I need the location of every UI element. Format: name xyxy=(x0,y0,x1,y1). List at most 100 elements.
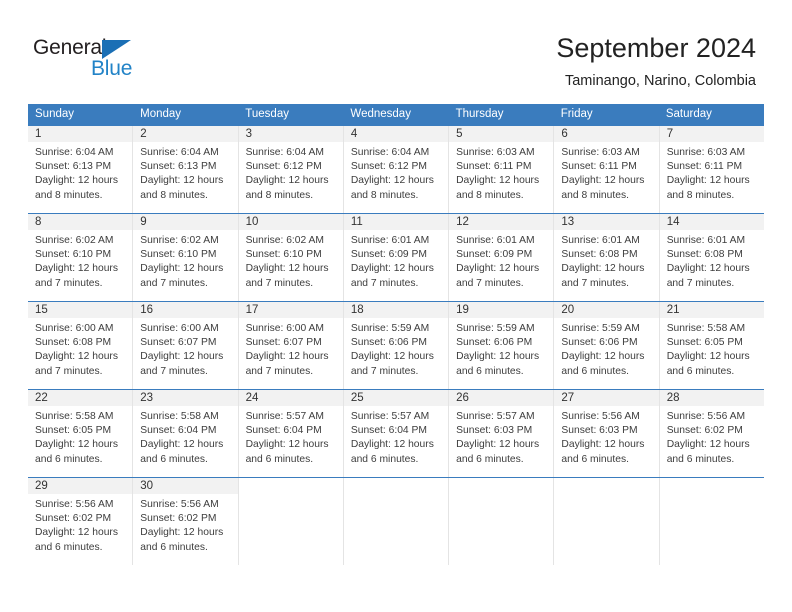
weekday-header-saturday: Saturday xyxy=(665,108,712,120)
daylight-text: Daylight: 12 hours and 6 minutes. xyxy=(666,439,750,465)
day-sun-info: Sunrise: 5:58 AM Sunset: 6:04 PM Daylight:… xyxy=(133,406,237,467)
calendar-day-cell[interactable]: 28 Sunrise: 5:56 AM Sunset: 6:02 PM Dayligh… xyxy=(659,390,764,477)
calendar-day-cell[interactable]: 25 Sunrise: 5:57 AM Sunset: 6:04 PM Dayligh… xyxy=(343,390,450,477)
day-number: 26 xyxy=(449,390,554,406)
weekday-header-wednesday: Wednesday xyxy=(350,108,411,120)
daylight-text: Daylight: 12 hours and 6 minutes. xyxy=(140,439,224,465)
day-sun-info: Sunrise: 6:00 AM Sunset: 6:07 PM Daylight:… xyxy=(239,318,343,379)
sunset-text: Sunset: 6:04 PM xyxy=(140,425,217,437)
sunrise-text: Sunrise: 6:01 AM xyxy=(561,235,640,246)
daylight-text: Daylight: 12 hours and 6 minutes. xyxy=(35,527,118,553)
calendar-weeks: 1 Sunrise: 6:04 AM Sunset: 6:13 PM Daylight… xyxy=(28,125,764,565)
daylight-text: Daylight: 12 hours and 7 minutes. xyxy=(561,263,645,289)
day-number: 8 xyxy=(28,214,133,230)
calendar-day-cell[interactable]: 29 Sunrise: 5:56 AM Sunset: 6:02 PM Dayligh… xyxy=(28,478,134,565)
sunset-text: Sunset: 6:10 PM xyxy=(245,249,322,261)
calendar-day-cell[interactable]: 30 Sunrise: 5:56 AM Sunset: 6:02 PM Dayligh… xyxy=(133,478,239,565)
calendar-day-cell[interactable]: 8 Sunrise: 6:02 AM Sunset: 6:10 PM Daylight… xyxy=(28,214,134,301)
calendar-day-cell[interactable]: 15 Sunrise: 6:00 AM Sunset: 6:08 PM Dayligh… xyxy=(28,302,134,389)
day-number: 27 xyxy=(554,390,659,406)
calendar-day-cell[interactable]: 24 Sunrise: 5:57 AM Sunset: 6:04 PM Dayligh… xyxy=(238,390,344,477)
day-number: 17 xyxy=(238,302,343,318)
day-number: 11 xyxy=(343,214,449,230)
day-number xyxy=(449,478,554,494)
calendar-day-cell[interactable]: 9 Sunrise: 6:02 AM Sunset: 6:10 PM Daylight… xyxy=(133,214,239,301)
day-sun-info: Sunrise: 5:56 AM Sunset: 6:02 PM Daylight:… xyxy=(28,494,132,555)
logo-text-blue: Blue xyxy=(91,57,133,80)
day-number: 29 xyxy=(28,478,133,494)
sunset-text: Sunset: 6:03 PM xyxy=(561,425,638,437)
calendar-day-cell[interactable]: 22 Sunrise: 5:58 AM Sunset: 6:05 PM Dayligh… xyxy=(28,390,134,477)
sunset-text: Sunset: 6:04 PM xyxy=(350,425,427,437)
day-number: 4 xyxy=(343,126,449,142)
daylight-text: Daylight: 12 hours and 7 minutes. xyxy=(456,263,540,289)
calendar-day-cell[interactable]: 21 Sunrise: 5:58 AM Sunset: 6:05 PM Dayligh… xyxy=(659,302,764,389)
daylight-text: Daylight: 12 hours and 7 minutes. xyxy=(140,351,224,377)
calendar-grid: Sunday Monday Tuesday Wednesday Thursday… xyxy=(28,104,764,565)
calendar-day-cell[interactable]: 27 Sunrise: 5:56 AM Sunset: 6:03 PM Dayligh… xyxy=(554,390,660,477)
page-title: September 2024 xyxy=(556,33,756,63)
sunrise-text: Sunrise: 5:58 AM xyxy=(666,323,746,334)
sunset-text: Sunset: 6:03 PM xyxy=(456,425,533,437)
weekday-header-friday: Friday xyxy=(560,108,593,120)
daylight-text: Daylight: 12 hours and 6 minutes. xyxy=(245,439,329,465)
calendar-day-cell-empty xyxy=(659,478,764,565)
day-sun-info: Sunrise: 5:58 AM Sunset: 6:05 PM Daylight:… xyxy=(660,318,764,379)
sunset-text: Sunset: 6:08 PM xyxy=(666,249,743,261)
daylight-text: Daylight: 12 hours and 8 minutes. xyxy=(666,175,750,201)
calendar-day-cell[interactable]: 2 Sunrise: 6:04 AM Sunset: 6:13 PM Daylight… xyxy=(133,126,239,213)
day-sun-info: Sunrise: 6:00 AM Sunset: 6:07 PM Daylight:… xyxy=(133,318,237,379)
daylight-text: Daylight: 12 hours and 7 minutes. xyxy=(35,263,118,289)
calendar-day-cell[interactable]: 26 Sunrise: 5:57 AM Sunset: 6:03 PM Dayligh… xyxy=(449,390,555,477)
day-number: 20 xyxy=(554,302,659,318)
calendar-day-cell[interactable]: 13 Sunrise: 6:01 AM Sunset: 6:08 PM Dayligh… xyxy=(554,214,660,301)
calendar-day-cell[interactable]: 6 Sunrise: 6:03 AM Sunset: 6:11 PM Daylight… xyxy=(554,126,660,213)
calendar-day-cell[interactable]: 18 Sunrise: 5:59 AM Sunset: 6:06 PM Dayligh… xyxy=(343,302,450,389)
sunrise-text: Sunrise: 6:02 AM xyxy=(35,235,114,246)
daylight-text: Daylight: 12 hours and 8 minutes. xyxy=(140,175,224,201)
calendar-day-cell[interactable]: 5 Sunrise: 6:03 AM Sunset: 6:11 PM Daylight… xyxy=(449,126,555,213)
calendar-day-cell[interactable]: 20 Sunrise: 5:59 AM Sunset: 6:06 PM Dayligh… xyxy=(554,302,660,389)
calendar-week-row: 8 Sunrise: 6:02 AM Sunset: 6:10 PM Daylight… xyxy=(28,213,764,301)
weekday-header-row: Sunday Monday Tuesday Wednesday Thursday… xyxy=(28,104,764,125)
sunset-text: Sunset: 6:04 PM xyxy=(245,425,322,437)
calendar-day-cell[interactable]: 10 Sunrise: 6:02 AM Sunset: 6:10 PM Dayligh… xyxy=(238,214,344,301)
calendar-day-cell[interactable]: 12 Sunrise: 6:01 AM Sunset: 6:09 PM Dayligh… xyxy=(449,214,555,301)
day-sun-info: Sunrise: 6:02 AM Sunset: 6:10 PM Daylight:… xyxy=(28,230,132,291)
sunset-text: Sunset: 6:13 PM xyxy=(140,161,217,173)
calendar-day-cell[interactable]: 3 Sunrise: 6:04 AM Sunset: 6:12 PM Daylight… xyxy=(238,126,344,213)
calendar-day-cell[interactable]: 7 Sunrise: 6:03 AM Sunset: 6:11 PM Daylight… xyxy=(659,126,764,213)
sunset-text: Sunset: 6:10 PM xyxy=(140,249,217,261)
sunrise-text: Sunrise: 6:03 AM xyxy=(666,147,746,158)
sunset-text: Sunset: 6:07 PM xyxy=(140,337,217,349)
daylight-text: Daylight: 12 hours and 8 minutes. xyxy=(245,175,329,201)
calendar-day-cell-empty xyxy=(449,478,555,565)
daylight-text: Daylight: 12 hours and 7 minutes. xyxy=(140,263,224,289)
sunrise-text: Sunrise: 6:04 AM xyxy=(35,147,114,158)
calendar-day-cell[interactable]: 11 Sunrise: 6:01 AM Sunset: 6:09 PM Dayligh… xyxy=(343,214,450,301)
calendar-day-cell[interactable]: 23 Sunrise: 5:58 AM Sunset: 6:04 PM Dayligh… xyxy=(133,390,239,477)
day-sun-info: Sunrise: 5:57 AM Sunset: 6:04 PM Daylight:… xyxy=(344,406,448,467)
sunset-text: Sunset: 6:02 PM xyxy=(140,513,217,525)
day-number: 15 xyxy=(28,302,133,318)
calendar-day-cell[interactable]: 17 Sunrise: 6:00 AM Sunset: 6:07 PM Dayligh… xyxy=(238,302,344,389)
sunrise-text: Sunrise: 6:03 AM xyxy=(561,147,640,158)
sunrise-text: Sunrise: 6:04 AM xyxy=(245,147,324,158)
day-sun-info: Sunrise: 6:01 AM Sunset: 6:08 PM Daylight:… xyxy=(554,230,658,291)
calendar-day-cell[interactable]: 1 Sunrise: 6:04 AM Sunset: 6:13 PM Daylight… xyxy=(28,126,134,213)
day-number: 1 xyxy=(28,126,133,142)
day-sun-info: Sunrise: 6:01 AM Sunset: 6:09 PM Daylight:… xyxy=(449,230,553,291)
day-sun-info: Sunrise: 5:59 AM Sunset: 6:06 PM Daylight:… xyxy=(554,318,658,379)
day-sun-info: Sunrise: 5:56 AM Sunset: 6:02 PM Daylight:… xyxy=(660,406,764,467)
calendar-day-cell[interactable]: 19 Sunrise: 5:59 AM Sunset: 6:06 PM Dayligh… xyxy=(449,302,555,389)
sunrise-text: Sunrise: 6:04 AM xyxy=(140,147,219,158)
sunrise-text: Sunrise: 5:58 AM xyxy=(35,411,114,422)
calendar-day-cell[interactable]: 4 Sunrise: 6:04 AM Sunset: 6:12 PM Daylight… xyxy=(343,126,450,213)
daylight-text: Daylight: 12 hours and 7 minutes. xyxy=(245,351,329,377)
daylight-text: Daylight: 12 hours and 8 minutes. xyxy=(561,175,645,201)
sunrise-text: Sunrise: 5:57 AM xyxy=(456,411,535,422)
calendar-day-cell[interactable]: 16 Sunrise: 6:00 AM Sunset: 6:07 PM Dayligh… xyxy=(133,302,239,389)
daylight-text: Daylight: 12 hours and 7 minutes. xyxy=(350,351,434,377)
daylight-text: Daylight: 12 hours and 8 minutes. xyxy=(35,175,118,201)
calendar-day-cell[interactable]: 14 Sunrise: 6:01 AM Sunset: 6:08 PM Dayligh… xyxy=(659,214,764,301)
